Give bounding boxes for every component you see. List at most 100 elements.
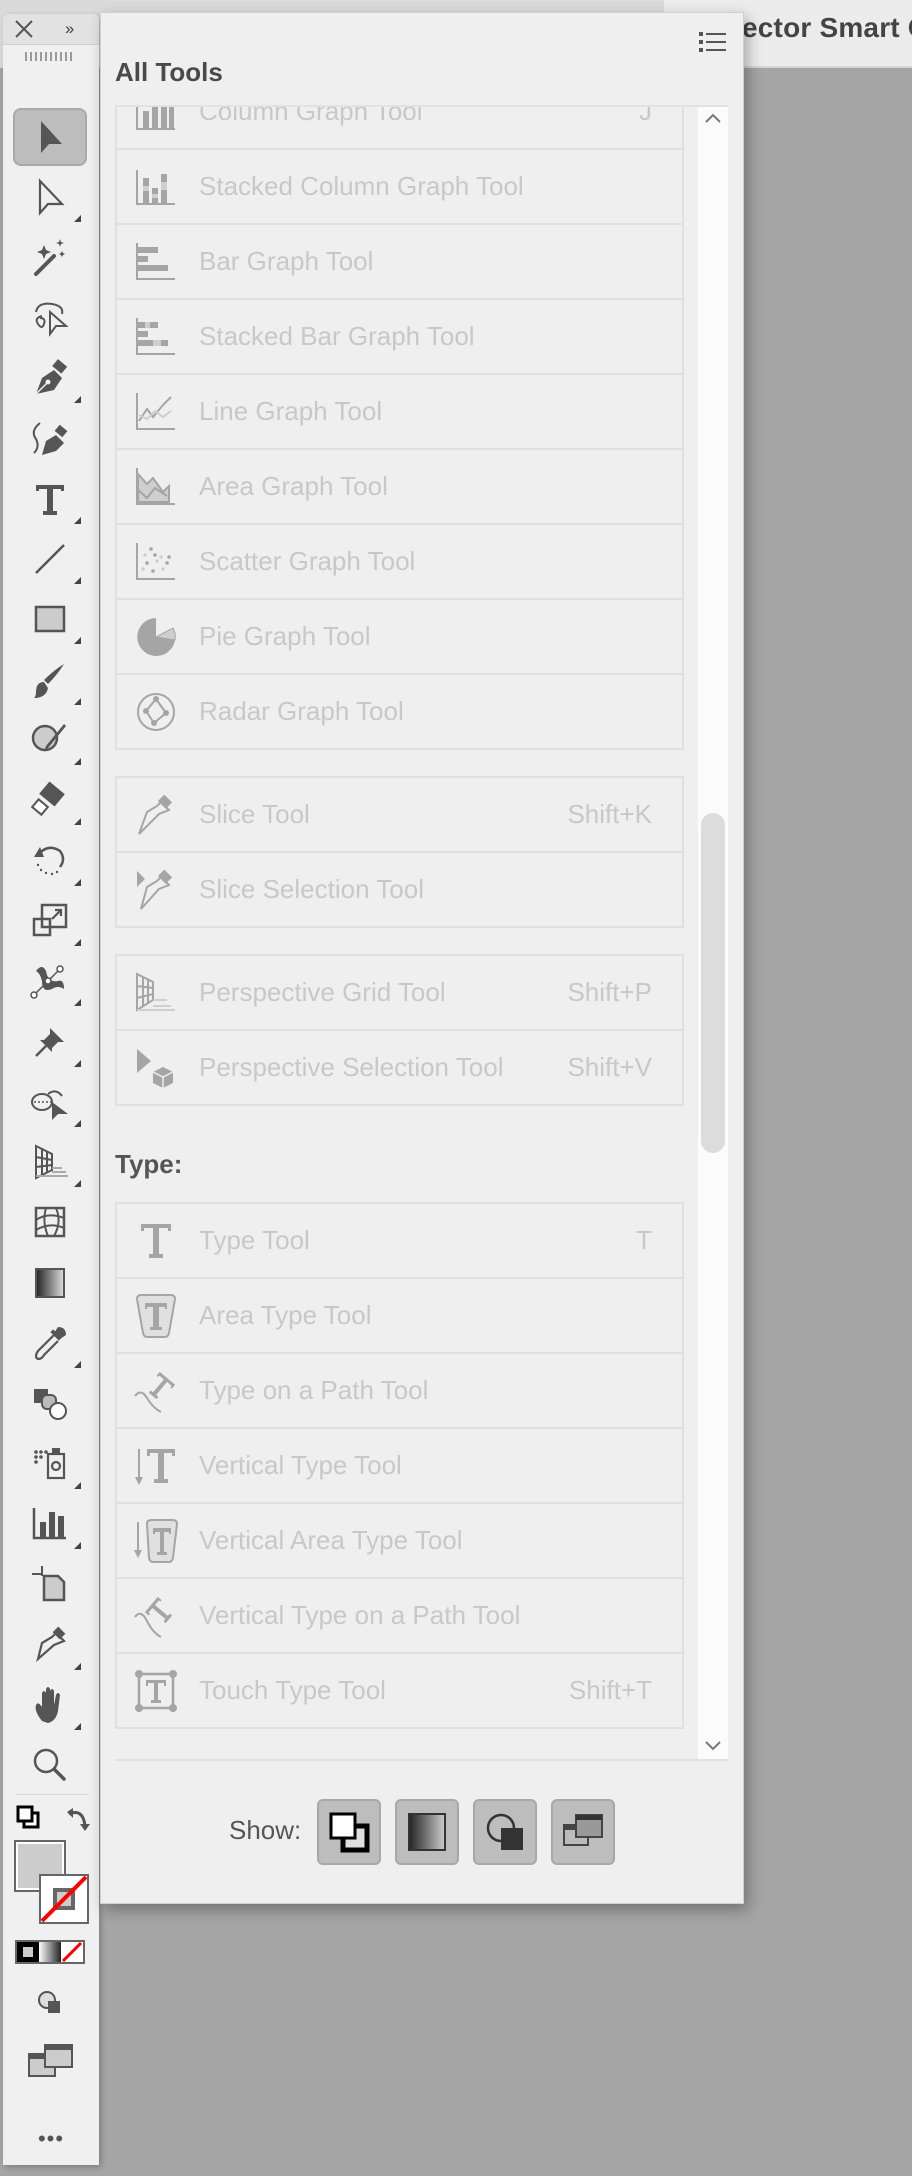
- tool-list-item[interactable]: Type on a Path Tool: [117, 1354, 682, 1429]
- flyout-indicator-icon: [74, 1361, 81, 1368]
- stroke-swatch[interactable]: [39, 1874, 89, 1924]
- tool-label: Line Graph Tool: [199, 396, 383, 426]
- toolbar-drag-grip[interactable]: [25, 52, 75, 61]
- tools-list: Column Graph Tool J Stacked Column Graph T…: [115, 105, 728, 1761]
- slice-icon: [36, 1626, 66, 1662]
- tool-list-item[interactable]: Perspective Grid Tool Shift+P: [117, 956, 682, 1031]
- type-icon: [133, 1218, 179, 1264]
- type-icon: [36, 484, 64, 515]
- perspective-grid-tool[interactable]: [13, 1133, 87, 1191]
- direct-selection-tool[interactable]: [13, 168, 87, 226]
- magic-wand-tool[interactable]: [13, 229, 87, 287]
- tool-list-item[interactable]: Line Graph Tool: [117, 375, 682, 450]
- flyout-indicator-icon: [74, 1722, 81, 1730]
- tool-list-item[interactable]: Slice Tool Shift+K: [117, 778, 682, 853]
- tool-list-item[interactable]: Radar Graph Tool: [117, 675, 682, 748]
- tool-list-item[interactable]: Area Type Tool: [117, 1279, 682, 1354]
- magic-wand-icon: [34, 238, 65, 276]
- tool-list-item[interactable]: Area Graph Tool: [117, 450, 682, 525]
- tool-label: Vertical Type Tool: [199, 1450, 402, 1480]
- pie-graph-icon: [133, 614, 179, 660]
- tool-shortcut: Shift+T: [568, 1675, 652, 1705]
- pen-tool[interactable]: [13, 349, 87, 407]
- expand-toolbar-icon[interactable]: ››: [65, 19, 74, 39]
- toolbar-header[interactable]: ››: [3, 14, 99, 45]
- puppet-warp-tool[interactable]: [13, 952, 87, 1010]
- scrollbar[interactable]: [698, 107, 728, 1759]
- color-button[interactable]: [17, 1942, 39, 1962]
- scrollbar-thumb[interactable]: [701, 813, 725, 1153]
- shape-builder-tool[interactable]: [13, 1073, 87, 1131]
- tool-list-item[interactable]: Vertical Area Type Tool: [117, 1504, 682, 1579]
- scroll-up-chevron-icon[interactable]: [703, 111, 723, 125]
- tool-list-item[interactable]: Bar Graph Tool: [117, 225, 682, 300]
- tool-list-item[interactable]: Stacked Column Graph Tool: [117, 150, 682, 225]
- direct-selection-icon: [38, 178, 65, 217]
- tool-list-item[interactable]: Type Tool T: [117, 1204, 682, 1279]
- tool-list-item[interactable]: Touch Type Tool Shift+T: [117, 1654, 682, 1727]
- tool-group: Slice Tool Shift+K Slice Selection Tool: [115, 776, 684, 928]
- tool-list-item[interactable]: Vertical Type on a Path Tool: [117, 1579, 682, 1654]
- show-screen-modes-button[interactable]: [551, 1799, 615, 1865]
- scroll-down-chevron-icon[interactable]: [703, 1739, 723, 1753]
- symbol-sprayer-tool[interactable]: [13, 1435, 87, 1493]
- hand-tool[interactable]: [13, 1676, 87, 1734]
- eraser-tool[interactable]: [13, 771, 87, 829]
- show-gradient-button[interactable]: [395, 1799, 459, 1865]
- flyout-indicator-icon: [74, 516, 81, 524]
- tool-label: Perspective Grid Tool: [199, 977, 446, 1007]
- column-graph-tool[interactable]: [13, 1495, 87, 1553]
- edit-toolbar-button[interactable]: •••: [3, 2126, 99, 2152]
- symbol-sprayer-icon: [34, 1447, 66, 1479]
- draw-mode-icon[interactable]: [36, 1989, 64, 2017]
- swap-fill-stroke-icon[interactable]: [65, 1806, 93, 1834]
- draw-modes-icon: [486, 1813, 523, 1850]
- tool-list-item[interactable]: Scatter Graph Tool: [117, 525, 682, 600]
- section-heading-type: Type:: [115, 1149, 183, 1179]
- gradient-button[interactable]: [39, 1942, 61, 1962]
- tool-list-item[interactable]: Stacked Bar Graph Tool: [117, 300, 682, 375]
- radar-graph-icon: [133, 689, 179, 735]
- tool-label: Perspective Selection Tool: [199, 1052, 504, 1082]
- eyedropper-tool[interactable]: [13, 1314, 87, 1372]
- scale-tool[interactable]: [13, 892, 87, 950]
- shaper-tool[interactable]: [13, 711, 87, 769]
- tool-list-item[interactable]: Perspective Selection Tool Shift+V: [117, 1031, 682, 1104]
- tool-list-item[interactable]: Vertical Type Tool: [117, 1429, 682, 1504]
- tool-shortcut: J: [639, 105, 652, 126]
- show-options-row: Show:: [101, 1791, 743, 1871]
- mesh-tool[interactable]: [13, 1193, 87, 1251]
- perspective-selection-icon: [133, 1045, 179, 1091]
- screen-mode-icon[interactable]: [28, 2044, 74, 2078]
- line-segment-tool[interactable]: [13, 530, 87, 588]
- paintbrush-tool[interactable]: [13, 651, 87, 709]
- panel-menu-icon[interactable]: [699, 31, 727, 53]
- tool-list-item[interactable]: Column Graph Tool J: [117, 105, 682, 150]
- zoom-tool[interactable]: [13, 1736, 87, 1794]
- default-fill-stroke-icon[interactable]: [15, 1804, 41, 1830]
- close-icon[interactable]: [13, 18, 35, 40]
- slice-tool[interactable]: [13, 1616, 87, 1674]
- curvature-tool[interactable]: [13, 410, 87, 468]
- flyout-indicator-icon: [74, 758, 81, 765]
- tool-list-item[interactable]: Pie Graph Tool: [117, 600, 682, 675]
- type-tool[interactable]: [13, 470, 87, 528]
- rotate-tool[interactable]: [13, 832, 87, 890]
- blend-tool[interactable]: [13, 1374, 87, 1432]
- artboard-tool[interactable]: [13, 1555, 87, 1613]
- flyout-indicator-icon: [74, 1059, 81, 1067]
- pin-tool[interactable]: [13, 1013, 87, 1071]
- tool-list-item[interactable]: Slice Selection Tool: [117, 853, 682, 926]
- rectangle-tool[interactable]: [13, 590, 87, 648]
- document-tab-title[interactable]: ector Smart O: [742, 12, 912, 44]
- show-fill-stroke-button[interactable]: [317, 1799, 381, 1865]
- gradient-tool[interactable]: [13, 1254, 87, 1312]
- selection-tool[interactable]: [13, 108, 87, 166]
- perspective-grid-icon: [133, 970, 179, 1016]
- lasso-tool[interactable]: [13, 289, 87, 347]
- flyout-indicator-icon: [74, 396, 81, 404]
- none-button[interactable]: [61, 1942, 83, 1962]
- tool-label: Pie Graph Tool: [199, 621, 371, 651]
- show-draw-modes-button[interactable]: [473, 1799, 537, 1865]
- puppet-warp-icon: [30, 965, 64, 999]
